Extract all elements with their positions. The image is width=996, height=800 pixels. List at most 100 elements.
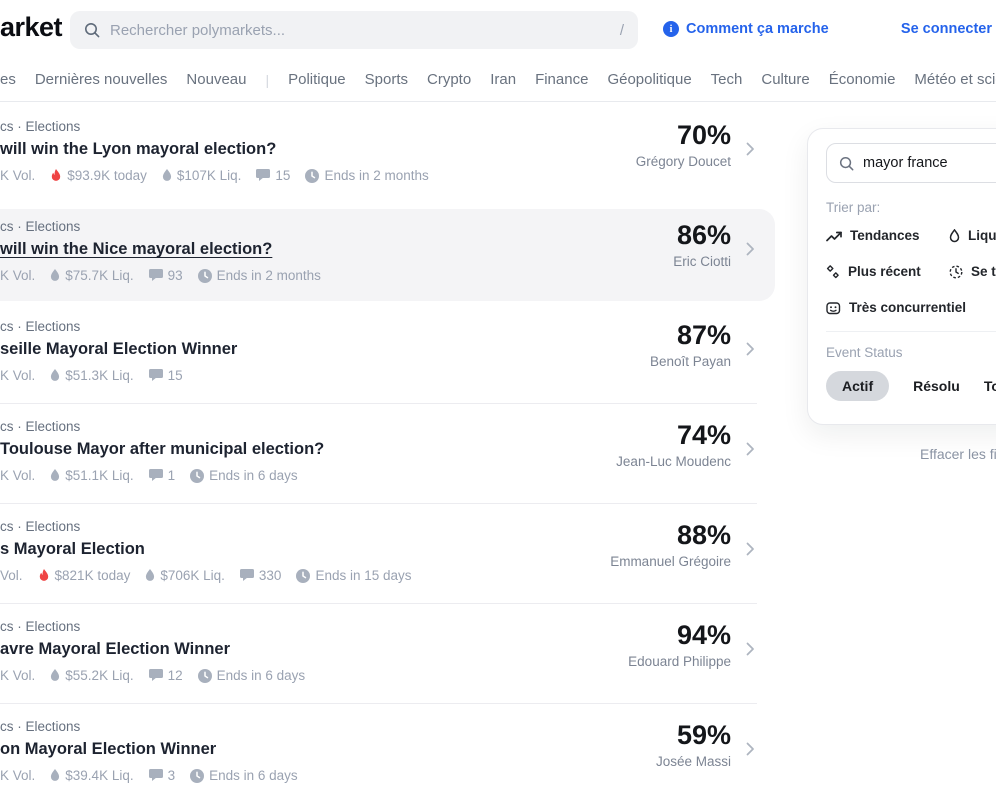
status-chip-all[interactable]: Tous [984, 371, 996, 401]
sort-option-label: Tendances [850, 228, 920, 243]
market-row[interactable]: cs · Elections on Mayoral Election Winne… [0, 704, 757, 800]
leading-candidate: Josée Massi [656, 754, 731, 769]
search-icon [839, 156, 854, 171]
sort-option-trending[interactable]: Tendances [826, 228, 949, 243]
global-search-input[interactable]: Rechercher polymarkets... / [70, 11, 638, 49]
volume-stat: K Vol. [0, 668, 35, 683]
market-odds: 59% Josée Massi [656, 721, 731, 769]
nav-tab[interactable]: Culture [761, 71, 809, 88]
volume-label: K Vol. [0, 268, 35, 283]
nav-tab[interactable]: Sports [365, 71, 408, 88]
clock-icon [190, 769, 204, 783]
ends-stat: Ends in 6 days [198, 668, 306, 683]
leading-candidate: Grégory Doucet [636, 154, 731, 169]
market-row[interactable]: cs · Elections will win the Lyon mayoral… [0, 104, 757, 204]
nav-tab[interactable]: Économie [829, 71, 896, 88]
comments-count: 330 [259, 568, 282, 583]
volume-label: K Vol. [0, 168, 35, 183]
market-row[interactable]: cs · Elections seille Mayoral Election W… [0, 304, 757, 404]
nav-tab[interactable]: Nouveau [186, 71, 246, 88]
market-title[interactable]: will win the Nice mayoral election? [0, 240, 757, 259]
sort-option-newest[interactable]: Plus récent [826, 264, 949, 279]
chevron-right-icon[interactable] [746, 742, 755, 756]
liquidity-stat: $107K Liq. [162, 168, 242, 183]
volume-label: K Vol. [0, 668, 35, 683]
comments-count: 15 [275, 168, 290, 183]
market-title[interactable]: on Mayoral Election Winner [0, 740, 757, 759]
comments-count: 1 [168, 468, 176, 483]
liquidity-label: $75.7K Liq. [65, 268, 133, 283]
market-meta: K Vol. $39.4K Liq. 3 [0, 768, 757, 783]
filter-search-input[interactable]: mayor france [826, 143, 996, 183]
sort-by-label: Trier par: [826, 200, 996, 215]
market-row[interactable]: cs · Elections avre Mayoral Election Win… [0, 604, 757, 704]
sort-option-label: Se ter [971, 264, 996, 279]
ends-stat: Ends in 6 days [190, 468, 298, 483]
market-row[interactable]: cs · Elections will win the Nice mayoral… [0, 204, 757, 304]
nav-tabs: esDernières nouvellesNouveau|PolitiqueSp… [0, 58, 996, 102]
market-category[interactable]: cs · Elections [0, 319, 757, 334]
sort-option-competitive[interactable]: Très concurrentiel [826, 300, 996, 315]
chevron-right-icon[interactable] [746, 142, 755, 156]
how-it-works-link[interactable]: i Comment ça marche [663, 21, 829, 37]
chevron-right-icon[interactable] [746, 342, 755, 356]
volume-label: K Vol. [0, 468, 35, 483]
chevron-right-icon[interactable] [746, 442, 755, 456]
market-odds: 88% Emmanuel Grégoire [610, 521, 731, 569]
clock-dashed-icon [949, 265, 963, 279]
nav-tab[interactable]: Géopolitique [607, 71, 691, 88]
market-title[interactable]: seille Mayoral Election Winner [0, 340, 757, 359]
comment-icon [149, 669, 163, 682]
leading-candidate: Emmanuel Grégoire [610, 554, 731, 569]
polymarket-page: arket Rechercher polymarkets... / i Comm… [0, 0, 996, 800]
market-row[interactable]: cs · Elections Toulouse Mayor after muni… [0, 404, 757, 504]
nav-tab[interactable]: Crypto [427, 71, 471, 88]
polymarket-logo[interactable]: arket [0, 12, 62, 43]
liquidity-label: $39.4K Liq. [65, 768, 133, 783]
chevron-right-icon[interactable] [746, 242, 755, 256]
ends-label: Ends in 6 days [217, 668, 306, 683]
probability-value: 70% [636, 121, 731, 151]
comments-count: 3 [168, 768, 176, 783]
ends-label: Ends in 6 days [209, 468, 298, 483]
leading-candidate: Edouard Philippe [628, 654, 731, 669]
clock-icon [190, 469, 204, 483]
market-meta: K Vol. $55.2K Liq. 12 [0, 668, 757, 683]
volume-stat: K Vol. [0, 368, 35, 383]
ends-label: Ends in 6 days [209, 768, 298, 783]
clear-filters-link[interactable]: Effacer les fil [920, 446, 996, 462]
nav-tab[interactable]: Tech [711, 71, 743, 88]
trending-up-icon [826, 230, 842, 242]
market-odds: 74% Jean-Luc Moudenc [616, 421, 731, 469]
market-row[interactable]: cs · Elections s Mayoral Election Vol. $… [0, 504, 757, 604]
probability-value: 59% [656, 721, 731, 751]
chevron-right-icon[interactable] [746, 542, 755, 556]
market-category[interactable]: cs · Elections [0, 719, 757, 734]
nav-tab[interactable]: Finance [535, 71, 588, 88]
status-chip-active[interactable]: Actif [826, 371, 889, 401]
sort-option-ending-soon[interactable]: Se ter [949, 264, 996, 279]
sort-option-liquidity[interactable]: Liquid [949, 228, 996, 243]
comments-stat: 1 [149, 468, 176, 483]
sort-option-label: Très concurrentiel [849, 300, 966, 315]
sort-option-label: Plus récent [848, 264, 921, 279]
nav-tab[interactable]: Iran [490, 71, 516, 88]
comments-stat: 15 [149, 368, 183, 383]
status-chip-resolved[interactable]: Résolu [913, 371, 960, 401]
volume-label: Vol. [0, 568, 23, 583]
market-category[interactable]: cs · Elections [0, 219, 757, 234]
nav-tab[interactable]: Météo et scie [914, 71, 996, 88]
probability-value: 94% [628, 621, 731, 651]
login-button[interactable]: Se connecter [901, 21, 992, 37]
comments-stat: 93 [149, 268, 183, 283]
nav-tab[interactable]: Politique [288, 71, 346, 88]
ends-stat: Ends in 2 months [198, 268, 321, 283]
liquidity-stat: $39.4K Liq. [50, 768, 133, 783]
chevron-right-icon[interactable] [746, 642, 755, 656]
comment-icon [240, 569, 254, 582]
comment-icon [256, 169, 270, 182]
ends-stat: Ends in 15 days [296, 568, 411, 583]
nav-tab[interactable]: Dernières nouvelles [35, 71, 168, 88]
leading-candidate: Benoît Payan [650, 354, 731, 369]
nav-tab[interactable]: es [0, 71, 16, 88]
